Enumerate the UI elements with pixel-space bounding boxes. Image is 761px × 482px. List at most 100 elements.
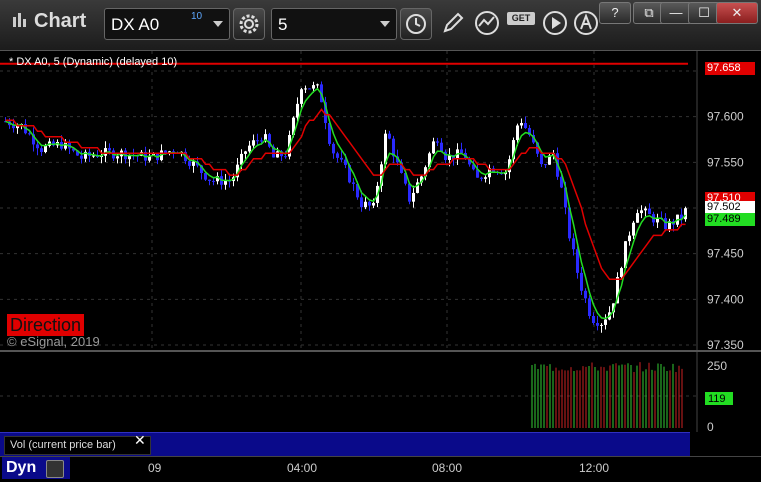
chart-app-icon	[12, 11, 28, 35]
volume-axis-label: 0	[707, 420, 714, 432]
time-label: 08:00	[432, 461, 463, 475]
candle-body	[276, 151, 279, 158]
candle-body	[336, 153, 339, 158]
settings-button[interactable]	[233, 8, 265, 40]
symbol-value: DX A0	[111, 15, 160, 34]
candle-body	[248, 145, 251, 152]
candle-body	[664, 218, 667, 230]
candle-body	[684, 208, 687, 220]
candle-body	[64, 142, 67, 149]
time-axis[interactable]: 09 04:00 08:00 12:00	[0, 456, 761, 482]
candle-body	[116, 156, 119, 159]
interval-value: 5	[278, 15, 288, 34]
play-icon[interactable]	[542, 10, 568, 36]
price-tag: 97.658	[705, 62, 755, 75]
volume-tag-text: 119	[708, 393, 726, 405]
candle-body	[596, 323, 599, 326]
candle-body	[372, 202, 375, 206]
lock-icon[interactable]	[46, 460, 64, 478]
candle-body	[648, 208, 651, 215]
candle-body	[640, 210, 643, 214]
candle-body	[628, 235, 631, 242]
direction-label: Direction	[7, 314, 85, 336]
volume-study-label[interactable]: Vol (current price bar)	[4, 436, 151, 455]
get-icon: GET	[507, 12, 535, 25]
settings-gear-icon	[239, 14, 259, 34]
time-label: 09	[148, 461, 162, 475]
price-axis-label: 97.600	[707, 110, 744, 124]
close-icon[interactable]: ✕	[134, 432, 146, 449]
candle-body	[540, 153, 543, 165]
pencil-icon[interactable]	[440, 10, 466, 36]
dynamic-mode-label: Dyn	[6, 459, 37, 476]
candle-body	[208, 179, 211, 181]
candle-body	[312, 85, 315, 89]
copyright: © eSignal, 2019	[7, 334, 100, 349]
candle-body	[460, 149, 463, 153]
candle-body	[588, 298, 591, 316]
candle-body	[524, 122, 527, 129]
dynamic-mode-button[interactable]: Dyn	[2, 457, 70, 479]
candle-body	[212, 180, 215, 182]
interval-input[interactable]: 5	[271, 8, 397, 40]
candle-body	[516, 125, 519, 141]
candle-body	[260, 140, 263, 142]
help-button[interactable]: ?	[599, 2, 631, 24]
candle-body	[296, 103, 299, 118]
time-button[interactable]	[400, 8, 432, 40]
candle-body	[164, 150, 167, 153]
price-axis-label: 97.550	[707, 155, 744, 169]
candle-body	[600, 324, 603, 326]
candle-body	[80, 155, 83, 159]
candle-body	[544, 164, 547, 166]
candle-body	[36, 144, 39, 149]
candle-body	[408, 183, 411, 202]
candle-body	[252, 140, 255, 146]
time-label: 04:00	[287, 461, 318, 475]
candle-body	[364, 201, 367, 208]
candle-body	[224, 180, 227, 185]
price-axis-label: 97.450	[707, 247, 744, 261]
candle-body	[436, 141, 439, 143]
candle-body	[244, 151, 247, 154]
chevron-down-icon[interactable]	[380, 21, 390, 27]
study-icon[interactable]	[474, 10, 500, 36]
candle-body	[40, 148, 43, 153]
candle-body	[388, 133, 391, 139]
candle-body	[584, 290, 587, 299]
candle-body	[644, 208, 647, 211]
window-title: Chart	[12, 10, 86, 35]
symbol-input[interactable]: DX A0 10	[104, 8, 230, 40]
fast-ma-line	[5, 87, 687, 320]
price-axis-label: 97.350	[707, 338, 744, 350]
candle-body	[432, 141, 435, 154]
candle-body	[44, 145, 47, 153]
chevron-down-icon[interactable]	[213, 21, 223, 27]
study-label: * DX A0, 5 (Dynamic) (delayed 10)	[9, 56, 178, 68]
candle-body	[604, 319, 607, 325]
candle-body	[576, 249, 579, 273]
candle-body	[304, 88, 307, 90]
candle-body	[300, 89, 303, 104]
candle-body	[440, 142, 443, 152]
candle-body	[352, 182, 355, 184]
candle-body	[572, 238, 575, 250]
price-chart[interactable]: 97.65097.60097.55097.50097.45097.40097.3…	[0, 51, 761, 350]
symbol-delay-badge: 10	[191, 11, 203, 22]
alert-icon[interactable]	[573, 10, 599, 36]
candle-body	[412, 192, 415, 202]
close-button[interactable]: ✕	[716, 2, 758, 24]
candle-body	[284, 156, 287, 158]
time-label: 12:00	[579, 461, 610, 475]
candle-body	[108, 148, 111, 151]
volume-chart[interactable]: 250 0 119	[0, 352, 761, 432]
candle-body	[308, 88, 311, 90]
get-button[interactable]: GET	[507, 10, 535, 36]
candle-body	[580, 272, 583, 291]
candle-body	[484, 177, 487, 179]
candle-body	[592, 315, 595, 324]
price-axis-label: 97.400	[707, 292, 744, 306]
toolbar: Chart DX A0 10 5 GET ? ⧉ — ☐ ✕	[0, 0, 761, 51]
candle-body	[340, 157, 343, 160]
window-title-text: Chart	[34, 10, 87, 32]
